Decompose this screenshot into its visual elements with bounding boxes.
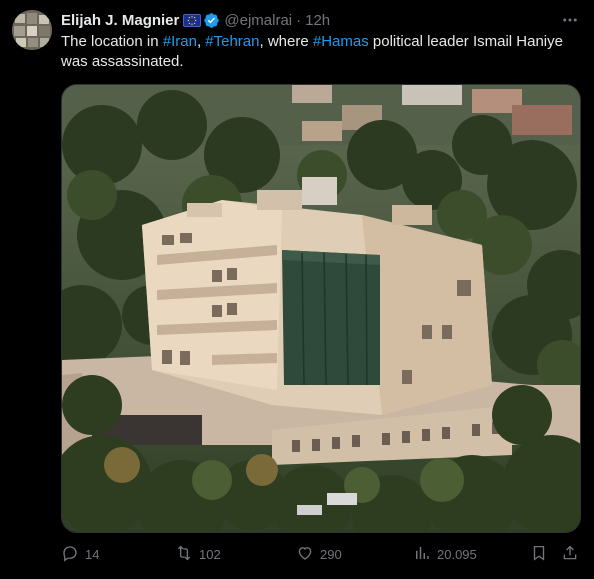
bookmark-button[interactable] bbox=[530, 542, 548, 566]
author-handle[interactable]: @ejmalrai bbox=[224, 12, 292, 29]
author-name[interactable]: Elijah J. Magnier bbox=[61, 12, 179, 29]
share-icon bbox=[561, 544, 579, 565]
reply-icon bbox=[61, 544, 79, 565]
views-count: 20.095 bbox=[437, 546, 477, 562]
reply-button[interactable]: 14 bbox=[61, 542, 99, 566]
tweet-timestamp[interactable]: 12h bbox=[305, 12, 330, 29]
like-count: 290 bbox=[320, 546, 342, 562]
verified-badge-icon[interactable] bbox=[203, 12, 220, 29]
tweet-photo[interactable] bbox=[61, 84, 581, 533]
hashtag-iran[interactable]: #Iran bbox=[163, 33, 197, 50]
repost-button[interactable]: 102 bbox=[175, 542, 221, 566]
text-segment: The location in bbox=[61, 33, 163, 50]
hashtag-tehran[interactable]: #Tehran bbox=[205, 33, 259, 50]
hashtag-hamas[interactable]: #Hamas bbox=[313, 33, 369, 50]
share-button[interactable] bbox=[561, 542, 579, 566]
repost-count: 102 bbox=[199, 546, 221, 562]
reply-count: 14 bbox=[85, 546, 100, 562]
tweet-text: The location in #Iran, #Tehran, where #H… bbox=[61, 32, 571, 72]
heart-icon bbox=[296, 544, 314, 565]
views-button[interactable]: 20.095 bbox=[413, 542, 477, 566]
eu-flag-icon bbox=[183, 13, 202, 27]
action-bar: 14 102 290 20.095 bbox=[61, 542, 581, 566]
repost-icon bbox=[175, 544, 193, 565]
separator-dot: · bbox=[296, 11, 302, 29]
bookmark-icon bbox=[530, 544, 548, 565]
views-chart-icon bbox=[413, 544, 431, 565]
more-options-icon[interactable] bbox=[559, 10, 581, 30]
text-segment: , where bbox=[259, 33, 313, 50]
like-button[interactable]: 290 bbox=[296, 542, 342, 566]
avatar[interactable] bbox=[12, 10, 52, 50]
tweet-header: Elijah J. Magnier @ejmalrai · 12h bbox=[61, 10, 330, 30]
